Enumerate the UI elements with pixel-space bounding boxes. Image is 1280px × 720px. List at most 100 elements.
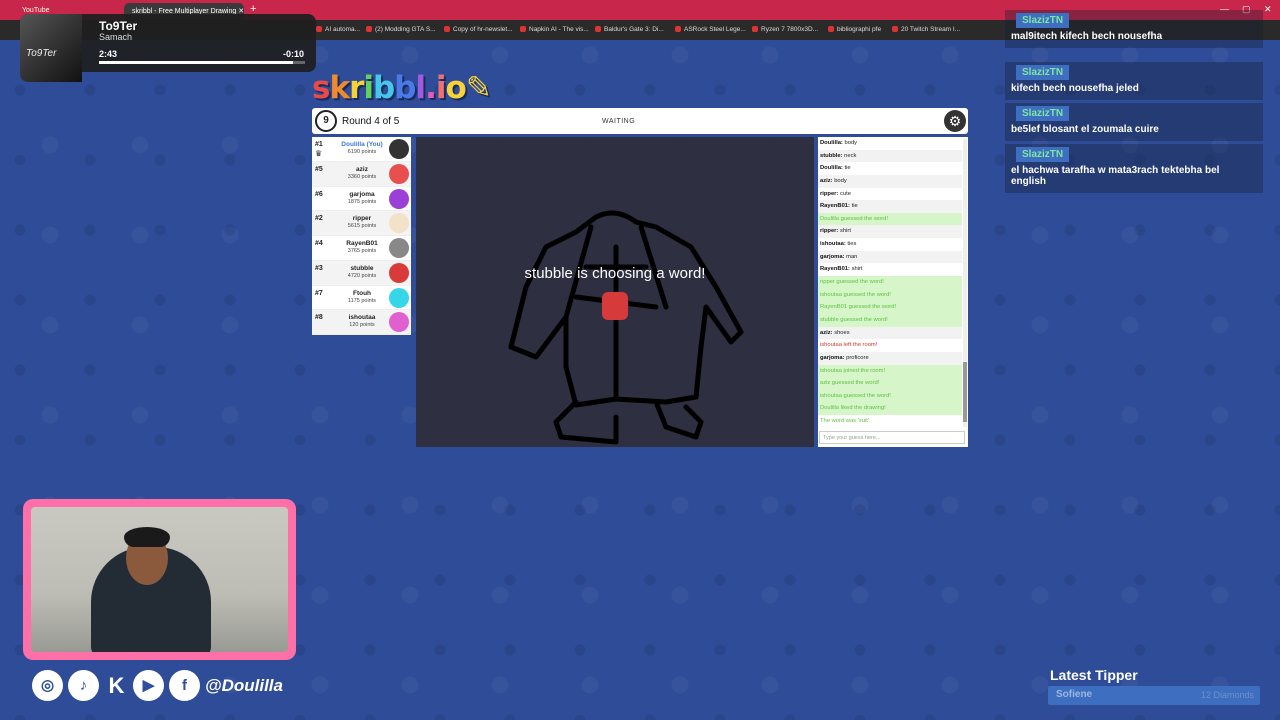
- bookmark[interactable]: (2) Modding GTA S...: [366, 26, 436, 33]
- player-points: 5615 points: [347, 223, 377, 230]
- track-title: To9Ter: [99, 19, 138, 33]
- bookmark[interactable]: AI automa...: [316, 26, 360, 33]
- kick-icon: K: [108, 673, 125, 698]
- player-avatar: [389, 312, 409, 333]
- chat-text: ishoutaa guessed the word!: [820, 291, 891, 298]
- player-row[interactable]: #2 ripper 5615 points: [312, 211, 411, 236]
- chat-message: ishoutaa joined the room!: [818, 364, 962, 378]
- bookmark[interactable]: 20 Twitch Stream I...: [892, 26, 960, 33]
- player-rank: #7: [315, 289, 323, 297]
- now-playing-widget: To9Ter To9Ter Samach 2:43 -0:10: [20, 14, 316, 82]
- player-points: 3360 points: [347, 173, 377, 180]
- instagram-icon: ◎: [32, 670, 63, 701]
- chat-text: shirt: [851, 266, 863, 273]
- chat-message: RayenB01 guessed the word!: [818, 301, 962, 314]
- player-points: 1175 points: [347, 297, 377, 304]
- guess-input[interactable]: Type your guess here...: [819, 431, 965, 444]
- chat-scrollbar-thumb[interactable]: [963, 362, 967, 422]
- album-cover: To9Ter: [20, 14, 82, 82]
- bookmark[interactable]: bibliographi pfe: [828, 26, 881, 33]
- timer-clock-icon: 9: [315, 110, 337, 132]
- stream-chat-user: SlazizTN: [1016, 13, 1070, 28]
- stream-chat-text: be5lef blosant el zoumala cuire: [1011, 124, 1159, 135]
- chat-username: aziz:: [820, 329, 833, 336]
- player-row[interactable]: #8 ishoutaa 120 points: [312, 310, 411, 335]
- close-icon[interactable]: ✕: [1264, 4, 1272, 15]
- gear-icon[interactable]: ⚙: [944, 110, 966, 132]
- drawer-avatar: [602, 292, 628, 320]
- logo-letter: k: [329, 70, 350, 106]
- chat-text: neck: [844, 152, 857, 159]
- player-name: Doulilla (You): [341, 141, 383, 148]
- player-name: ripper: [352, 215, 372, 223]
- logo-letter: i: [435, 70, 447, 106]
- player-name: aziz: [356, 165, 368, 173]
- player-avatar: [389, 262, 409, 283]
- chat-username: garjoma:: [820, 253, 845, 260]
- player-row[interactable]: #6 garjoma 1875 points: [312, 187, 411, 212]
- logo-letter: b: [394, 70, 416, 106]
- player-rank: #6: [315, 190, 323, 198]
- chat-text: tie: [851, 203, 858, 210]
- chat-username: ripper:: [820, 190, 839, 197]
- stream-chat-message: SlazizTN be5lef blosant el zoumala cuire: [1005, 103, 1263, 141]
- player-name: RayenB01: [346, 240, 378, 247]
- bookmark[interactable]: Ryzen 7 7800x3D...: [752, 26, 818, 33]
- chat-text: proficore: [846, 354, 869, 361]
- player-row[interactable]: #7 Ftouh 1175 points: [312, 286, 411, 311]
- player-avatar: [389, 213, 409, 234]
- stream-chat-text: kifech bech nousefha jeled: [1011, 83, 1139, 94]
- crown-icon: ♛: [315, 149, 323, 158]
- chat-text: The word was 'suit': [820, 418, 869, 425]
- player-rank: #3: [315, 264, 323, 272]
- chat-message: ishoutaa guessed the word!: [818, 288, 962, 302]
- player-row[interactable]: #4 RayenB01 3765 points: [312, 236, 411, 261]
- track-progress-bar: [99, 61, 305, 64]
- bookmark[interactable]: ASRock Steel Lege...: [675, 26, 746, 33]
- latest-tipper-box: Sofiene 12 Diamonds: [1048, 686, 1260, 705]
- game-chat: Doulilla: body stubble: neck Doulilla: tie…: [818, 137, 968, 447]
- chat-message: ripper guessed the word!: [818, 276, 962, 289]
- chat-text: cute: [839, 190, 851, 197]
- elapsed-time: 2:43: [99, 49, 118, 59]
- player-name: Ftouh: [352, 289, 372, 297]
- tipper-name: Sofiene: [1056, 689, 1093, 700]
- logo-letter: s: [312, 70, 330, 106]
- bookmark[interactable]: Baldur's Gate 3: Di...: [595, 26, 664, 33]
- chat-username: stubble:: [820, 152, 843, 159]
- player-row[interactable]: #5 aziz 3360 points: [312, 161, 411, 187]
- streamer-hair: [124, 527, 170, 547]
- player-rank: #4: [315, 240, 323, 247]
- chat-text: ishoutaa guessed the word!: [820, 392, 891, 399]
- chat-message: garjoma: man: [818, 250, 962, 264]
- player-row[interactable]: #3 stubble 4720 points: [312, 260, 411, 286]
- drawing-canvas[interactable]: stubble is choosing a word!: [416, 137, 814, 447]
- bookmark[interactable]: Copy of hr-newslet...: [444, 26, 513, 33]
- chat-text: ties: [847, 241, 857, 248]
- album-cover-text: To9Ter: [26, 48, 57, 59]
- chat-username: RayenB01:: [820, 266, 850, 273]
- player-avatar: [389, 188, 409, 209]
- chat-text: ishoutaa joined the room!: [820, 367, 886, 374]
- chat-username: RayenB01:: [820, 203, 850, 210]
- player-rank: #2: [315, 215, 323, 223]
- player-list: #1 Doulilla (You) 6190 points ♛ #5 aziz 3360 p…: [312, 137, 411, 335]
- player-points: 120 points: [349, 322, 375, 329]
- bookmark[interactable]: Napkin AI - The vis...: [520, 26, 589, 33]
- facebook-icon: f: [169, 670, 200, 701]
- webcam-feed: [31, 507, 288, 652]
- chat-message: Doulilla: tie: [818, 162, 962, 175]
- chat-message: Doulilla liked the drawing!: [818, 402, 962, 416]
- chat-username: aziz:: [820, 177, 833, 184]
- chat-message: ishoutaa left the room!: [818, 339, 962, 352]
- round-indicator: Round 4 of 5: [342, 116, 400, 127]
- remaining-time: -0:10: [282, 49, 304, 59]
- player-row[interactable]: #1 Doulilla (You) 6190 points ♛: [312, 137, 411, 162]
- player-points: 1875 points: [347, 198, 377, 205]
- chat-message: ripper: cute: [818, 188, 962, 201]
- chat-messages: Doulilla: body stubble: neck Doulilla: tie…: [818, 137, 962, 429]
- stream-chat-user: SlazizTN: [1016, 65, 1070, 80]
- chat-text: man: [846, 253, 858, 260]
- chat-text: tie: [844, 165, 851, 172]
- chat-message: ishoutaa: ties: [818, 238, 962, 251]
